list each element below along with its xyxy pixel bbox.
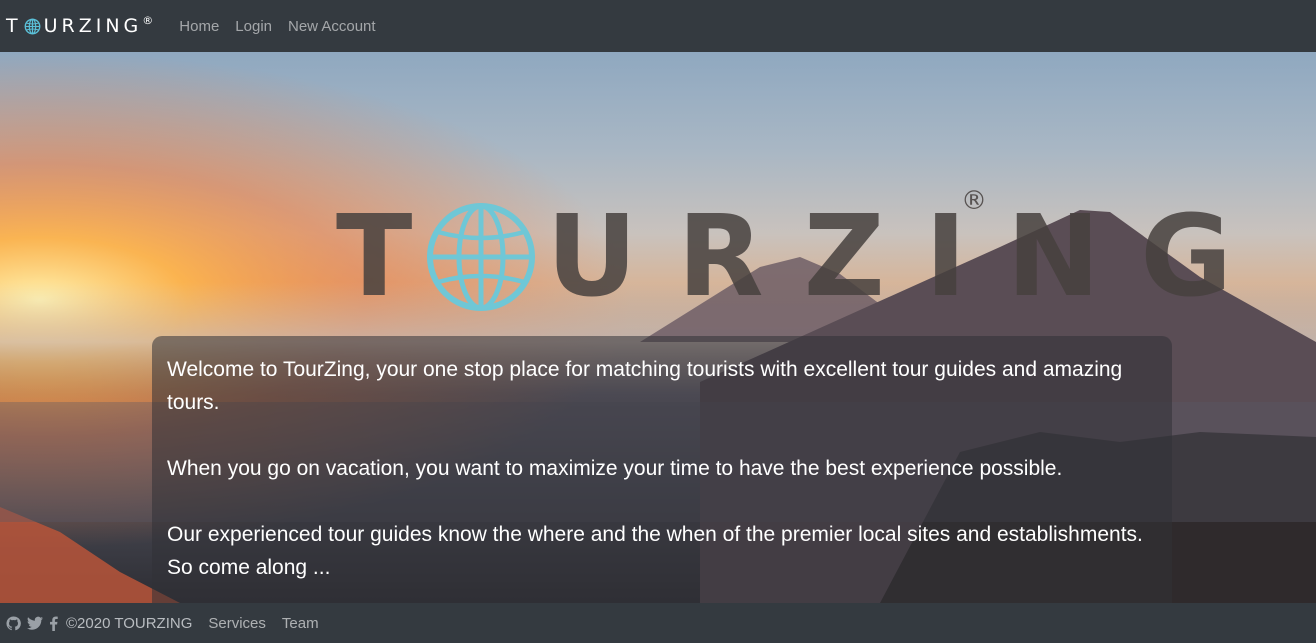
brand-registered-mark: ® — [142, 13, 154, 27]
brand-letters-rest: URZING — [43, 15, 143, 37]
page: T URZING ® Home Login New Account T U R … — [0, 0, 1316, 643]
welcome-paragraph-2: When you go on vacation, you want to max… — [167, 457, 1063, 480]
logo-letter-g: G — [1140, 192, 1233, 322]
nav-login-link[interactable]: Login — [235, 18, 272, 35]
welcome-card: Welcome to TourZing, your one stop place… — [152, 336, 1172, 603]
welcome-paragraph-1: Welcome to TourZing, your one stop place… — [167, 358, 1123, 414]
brand-logo[interactable]: T URZING ® — [6, 13, 154, 38]
globe-icon — [427, 203, 536, 311]
globe-icon — [24, 18, 41, 34]
logo-letter-z: Z — [803, 192, 885, 322]
nav-new-account-link[interactable]: New Account — [288, 18, 376, 35]
facebook-icon[interactable] — [49, 616, 58, 631]
welcome-paragraph-3: Our experienced tour guides know the whe… — [167, 523, 1143, 579]
logo-letter-u: U — [546, 192, 638, 322]
logo-letter-r: R — [677, 192, 764, 322]
copyright-text: ©2020 TOURZING — [66, 614, 193, 632]
top-navbar: T URZING ® Home Login New Account — [0, 0, 1316, 52]
footer-bar: ©2020 TOURZING Services Team — [0, 603, 1316, 643]
footer-team-link[interactable]: Team — [282, 615, 319, 632]
logo-registered-mark: ® — [961, 186, 987, 216]
logo-letter-n: N — [1006, 192, 1101, 322]
brand-letter-t: T — [6, 15, 22, 37]
github-icon[interactable] — [6, 615, 21, 631]
footer-services-link[interactable]: Services — [208, 615, 266, 632]
twitter-icon[interactable] — [27, 616, 43, 631]
hero-section: T U R Z I N G ® Welcome to TourZing, you… — [0, 52, 1316, 603]
hero-logo: T U R Z I N G — [336, 192, 1232, 322]
nav-home-link[interactable]: Home — [179, 18, 219, 35]
logo-letter-t: T — [336, 192, 413, 322]
